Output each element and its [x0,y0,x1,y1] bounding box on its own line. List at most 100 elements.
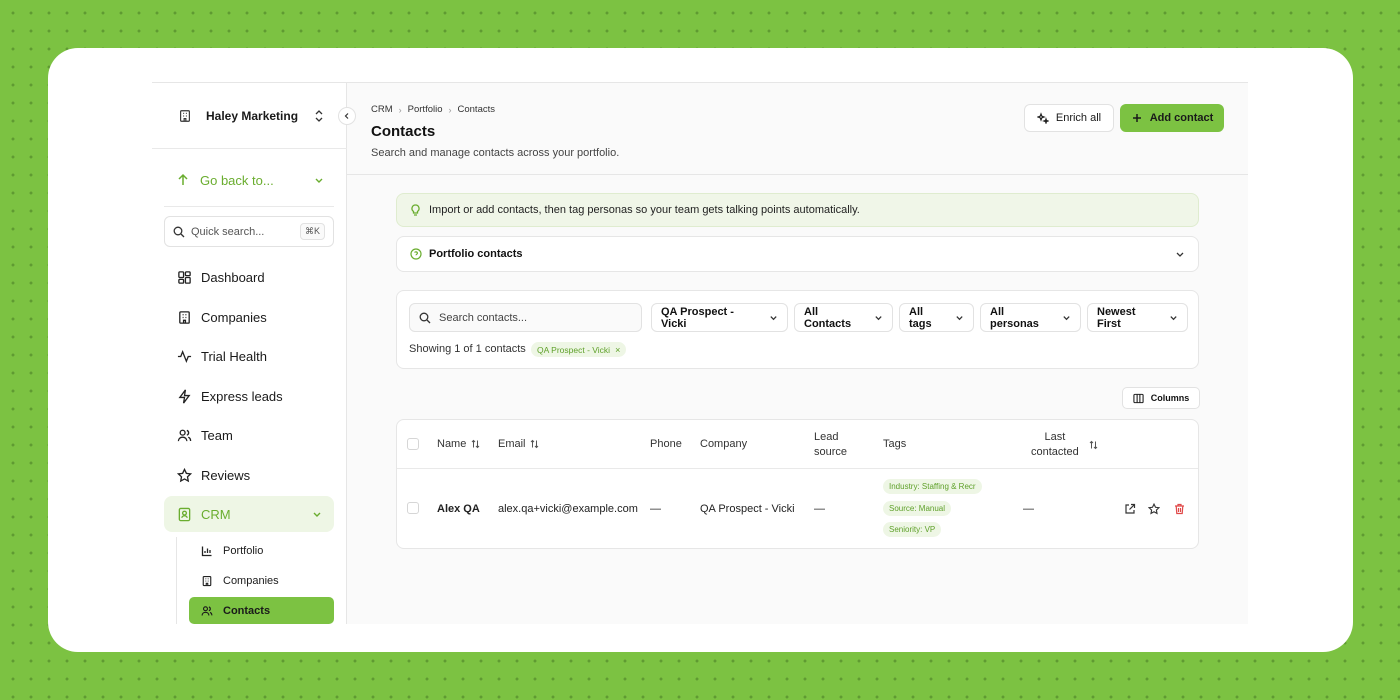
sidebar-subitem-label: Contacts [223,604,271,617]
portfolio-filter-dropdown[interactable]: QA Prospect - Vicki [651,303,788,332]
sidebar-item-label: Companies [201,309,267,325]
sidebar-item-dashboard[interactable]: Dashboard [164,259,334,295]
filter-panel: Search contacts... QA Prospect - Vicki A… [396,290,1199,369]
sidebar-item-label: Dashboard [201,269,265,285]
sidebar-item-companies[interactable]: Companies [164,299,334,335]
contact-book-icon [176,506,192,522]
help-circle-icon [410,248,422,260]
users-icon [176,427,192,443]
column-label: Tags [883,438,907,450]
window-card: Haley Marketing Go back to... Quick sear… [48,48,1353,652]
trash-icon[interactable] [1172,502,1186,516]
arrow-up-icon [176,173,190,187]
info-banner: Import or add contacts, then tag persona… [396,193,1199,227]
add-contact-button[interactable]: Add contact [1120,104,1224,132]
column-header-company: Company [700,438,747,450]
column-header-lead-source: Lead source [814,430,847,460]
shortcut-hint: ⌘K [299,223,325,240]
submenu-line [176,537,177,624]
sort-dropdown[interactable]: Newest First [1087,303,1188,332]
tag-badge: Source: Manual [883,501,952,516]
chevron-down-icon [1061,313,1071,323]
collapse-sidebar-button[interactable] [338,107,356,125]
add-contact-label: Add contact [1149,112,1214,124]
sidebar-subitem-companies[interactable]: Companies [189,567,334,594]
column-label: Phone [650,438,682,450]
sidebar-item-label: Reviews [201,467,251,483]
building-icon [200,574,214,588]
go-back-button[interactable]: Go back to... [176,169,324,191]
sidebar-subitem-label: Portfolio [223,544,264,557]
sidebar-item-express-leads[interactable]: Express leads [164,378,334,414]
search-contacts-input[interactable]: Search contacts... [409,303,642,332]
star-icon [176,467,192,483]
main-content: CRM › Portfolio › Contacts Contacts Sear… [347,83,1248,624]
column-header-email[interactable]: Email [498,438,540,450]
dropdown-value: QA Prospect - Vicki [661,305,734,330]
sort-icon [1089,440,1099,450]
dropdown-value: All Contacts [804,305,852,330]
row-checkbox[interactable] [407,502,419,514]
contact-name[interactable]: Alex QA [437,503,480,515]
contact-company: QA Prospect - Vicki [700,503,795,515]
quick-search-placeholder: Quick search... [191,225,265,238]
org-switcher[interactable]: Haley Marketing [174,103,326,129]
enrich-all-label: Enrich all [1055,112,1102,124]
sidebar-item-team[interactable]: Team [164,417,334,453]
chevron-down-icon [314,175,324,185]
lightning-icon [176,388,192,404]
star-icon[interactable] [1147,502,1161,516]
column-label: Last [1044,431,1066,443]
columns-button[interactable]: Columns [1122,387,1200,409]
chevron-right-icon: › [398,104,402,115]
chevron-up-down-icon [312,109,326,123]
active-filter-chip[interactable]: QA Prospect - Vicki × [531,342,627,357]
external-link-icon[interactable] [1123,502,1137,516]
breadcrumb-portfolio[interactable]: Portfolio [408,104,443,115]
tag-badge: Industry: Staffing & Recr [883,479,982,494]
sidebar-item-reviews[interactable]: Reviews [164,457,334,493]
sidebar-subitem-portfolio[interactable]: Portfolio [189,537,334,564]
chevron-down-icon [768,313,778,323]
divider [164,206,334,207]
page-subtitle: Search and manage contacts across your p… [371,147,620,159]
contacts-filter-dropdown[interactable]: All Contacts [794,303,893,332]
sidebar-item-crm[interactable]: CRM [164,496,334,532]
close-icon[interactable]: × [615,345,620,355]
quick-search-input[interactable]: Quick search... ⌘K [164,216,334,247]
personas-filter-dropdown[interactable]: All personas [980,303,1081,332]
divider [152,148,347,149]
org-name: Haley Marketing [206,109,299,123]
tags-filter-dropdown[interactable]: All tags [899,303,974,332]
column-label: Name [437,438,467,450]
contact-phone: — [650,503,661,515]
column-label: Email [498,438,526,450]
column-header-last-contacted[interactable]: Last contacted [1031,430,1099,460]
search-icon [173,226,185,238]
column-label: source [814,446,848,458]
chevron-down-icon [1168,313,1178,323]
portfolio-contacts-section[interactable]: Portfolio contacts [396,236,1199,272]
sidebar-item-label: Trial Health [201,348,267,364]
sidebar-item-trial-health[interactable]: Trial Health [164,338,334,374]
sidebar-subitem-contacts[interactable]: Contacts [189,597,334,624]
chip-label: QA Prospect - Vicki [537,344,611,355]
tag-badge: Seniority: VP [883,522,942,537]
select-all-checkbox[interactable] [407,438,419,450]
contacts-table: Name Email Phone Company Lead source Tag… [396,419,1199,549]
contact-email: alex.qa+vicki@example.com [498,503,638,515]
table-row[interactable]: Alex QA alex.qa+vicki@example.com — QA P… [397,470,1198,548]
sidebar-item-label: CRM [201,506,231,522]
chevron-left-icon [343,112,351,120]
contact-lead-source: — [814,503,825,515]
search-icon [419,312,431,324]
column-header-name[interactable]: Name [437,438,480,450]
enrich-all-button[interactable]: Enrich all [1024,104,1114,132]
section-title: Portfolio contacts [429,248,523,260]
lightbulb-icon [410,204,421,216]
breadcrumb-crm[interactable]: CRM [371,104,393,115]
banner-text: Import or add contacts, then tag persona… [429,204,860,216]
app-frame: Haley Marketing Go back to... Quick sear… [152,82,1248,624]
activity-icon [176,348,192,364]
column-label-group: Last contacted [1031,430,1079,460]
